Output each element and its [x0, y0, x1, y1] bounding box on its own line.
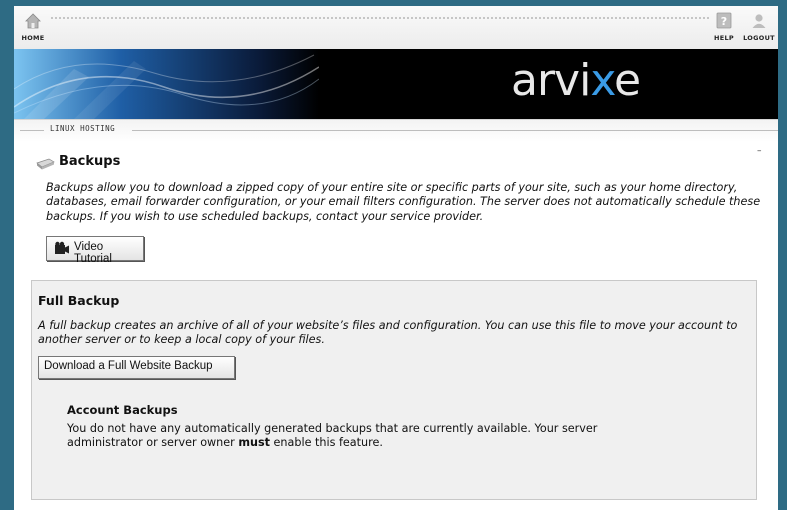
home-icon [25, 13, 41, 29]
svg-text:?: ? [721, 15, 727, 28]
cpanel-frame: HOME ? HELP LOGOUT arvixe LINUX HOSTING … [14, 6, 778, 510]
section-tab-label: LINUX HOSTING [50, 124, 116, 133]
brand-banner: arvixe [14, 49, 778, 119]
logout-label: LOGOUT [743, 34, 775, 42]
top-nav-bar: HOME ? HELP LOGOUT [14, 6, 778, 49]
tab-rule-right [132, 130, 778, 131]
section-tab-strip: LINUX HOSTING [14, 119, 778, 142]
download-full-backup-button[interactable]: Download a Full Website Backup [38, 356, 235, 379]
home-label: HOME [21, 34, 45, 42]
backups-intro-text: Backups allow you to download a zipped c… [46, 181, 761, 223]
full-backup-title: Full Backup [38, 293, 120, 308]
home-button[interactable]: HOME [17, 12, 49, 42]
page-title: Backups [59, 154, 121, 169]
nav-dotted-divider [50, 17, 710, 19]
video-tutorial-button[interactable]: Video Tutorial [46, 236, 144, 265]
video-tutorial-label: Video Tutorial [74, 241, 112, 265]
video-camera-icon [55, 241, 69, 254]
banner-swoosh-graphic [14, 49, 319, 119]
user-icon [752, 14, 766, 28]
account-backups-message: You do not have any automatically genera… [67, 422, 598, 450]
backup-drive-icon [36, 158, 55, 170]
full-backup-description: A full backup creates an archive of all … [38, 319, 738, 347]
full-backup-panel: Full Backup A full backup creates an arc… [31, 280, 757, 500]
account-backups-title: Account Backups [67, 403, 178, 417]
help-label: HELP [714, 34, 734, 42]
help-button[interactable]: ? HELP [708, 12, 740, 42]
tab-rule-left [20, 130, 44, 131]
logout-button[interactable]: LOGOUT [743, 12, 775, 42]
download-full-backup-label: Download a Full Website Backup [44, 360, 213, 372]
arvixe-logo: arvixe [511, 55, 641, 106]
collapse-toggle[interactable]: – [757, 146, 762, 156]
help-icon: ? [716, 12, 732, 29]
